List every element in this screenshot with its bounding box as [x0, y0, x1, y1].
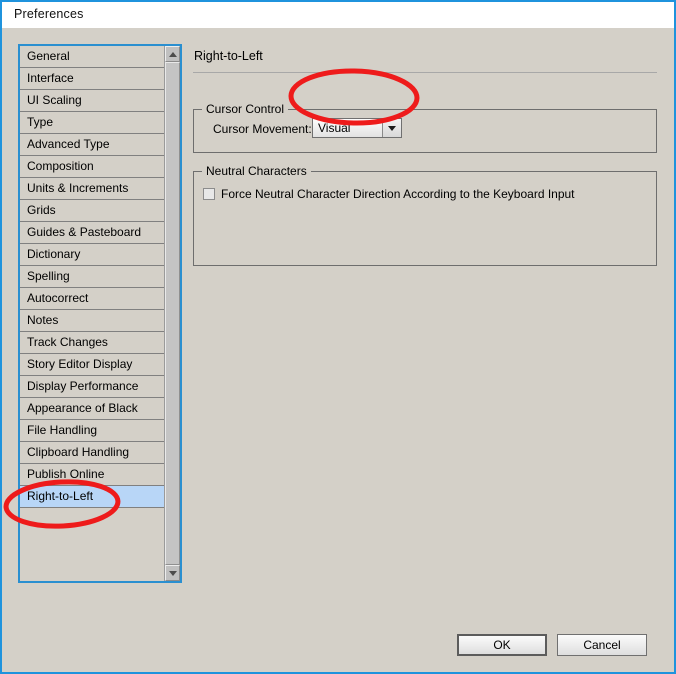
sidebar-item-units-increments[interactable]: Units & Increments: [20, 178, 164, 200]
cursor-control-legend: Cursor Control: [202, 102, 289, 116]
force-neutral-direction-checkbox[interactable]: [203, 188, 215, 200]
sidebar-item-right-to-left[interactable]: Right-to-Left: [20, 486, 164, 508]
cancel-button[interactable]: Cancel: [557, 634, 647, 656]
sidebar-item-guides-pasteboard[interactable]: Guides & Pasteboard: [20, 222, 164, 244]
sidebar-item-file-handling[interactable]: File Handling: [20, 420, 164, 442]
sidebar-item-story-editor-display[interactable]: Story Editor Display: [20, 354, 164, 376]
sidebar-item-track-changes[interactable]: Track Changes: [20, 332, 164, 354]
sidebar-item-type[interactable]: Type: [20, 112, 164, 134]
sidebar-item-spelling[interactable]: Spelling: [20, 266, 164, 288]
sidebar-item-appearance-of-black[interactable]: Appearance of Black: [20, 398, 164, 420]
sidebar-item-publish-online[interactable]: Publish Online: [20, 464, 164, 486]
sidebar-item-notes[interactable]: Notes: [20, 310, 164, 332]
cursor-movement-value: Visual: [318, 121, 351, 135]
category-list: General Interface UI Scaling Type Advanced T…: [20, 46, 164, 508]
cursor-movement-dropdown-button[interactable]: [382, 119, 401, 137]
preferences-dialog: Preferences General Interface UI Scaling Ty…: [0, 0, 676, 674]
scroll-down-button[interactable]: [165, 565, 180, 581]
sidebar-item-interface[interactable]: Interface: [20, 68, 164, 90]
dialog-client-area: General Interface UI Scaling Type Advanced T…: [2, 28, 674, 672]
category-scrollbar[interactable]: [164, 46, 180, 581]
sidebar-item-composition[interactable]: Composition: [20, 156, 164, 178]
sidebar-item-autocorrect[interactable]: Autocorrect: [20, 288, 164, 310]
sidebar-item-grids[interactable]: Grids: [20, 200, 164, 222]
window-title: Preferences: [14, 7, 84, 21]
cursor-control-group: Cursor Control Cursor Movement: Visual: [193, 102, 657, 153]
cursor-movement-label: Cursor Movement:: [213, 122, 312, 136]
sidebar-item-dictionary[interactable]: Dictionary: [20, 244, 164, 266]
list-empty-area: [20, 530, 164, 581]
page-title: Right-to-Left: [194, 49, 263, 63]
neutral-characters-legend: Neutral Characters: [202, 164, 311, 178]
sidebar-item-clipboard-handling[interactable]: Clipboard Handling: [20, 442, 164, 464]
title-bar: Preferences: [2, 2, 674, 28]
scroll-up-button[interactable]: [165, 46, 180, 62]
neutral-characters-group: Neutral Characters Force Neutral Charact…: [193, 164, 657, 266]
triangle-down-icon: [169, 571, 177, 576]
sidebar-item-ui-scaling[interactable]: UI Scaling: [20, 90, 164, 112]
force-neutral-direction-label: Force Neutral Character Direction Accord…: [221, 187, 575, 201]
sidebar-item-general[interactable]: General: [20, 46, 164, 68]
category-listbox[interactable]: General Interface UI Scaling Type Advanced T…: [18, 44, 182, 583]
cursor-movement-select[interactable]: Visual: [312, 118, 402, 138]
triangle-up-icon: [169, 52, 177, 57]
sidebar-item-advanced-type[interactable]: Advanced Type: [20, 134, 164, 156]
ok-button[interactable]: OK: [457, 634, 547, 656]
sidebar-item-display-performance[interactable]: Display Performance: [20, 376, 164, 398]
chevron-down-icon: [388, 126, 396, 131]
title-separator: [193, 72, 657, 73]
scrollbar-thumb[interactable]: [165, 62, 180, 565]
